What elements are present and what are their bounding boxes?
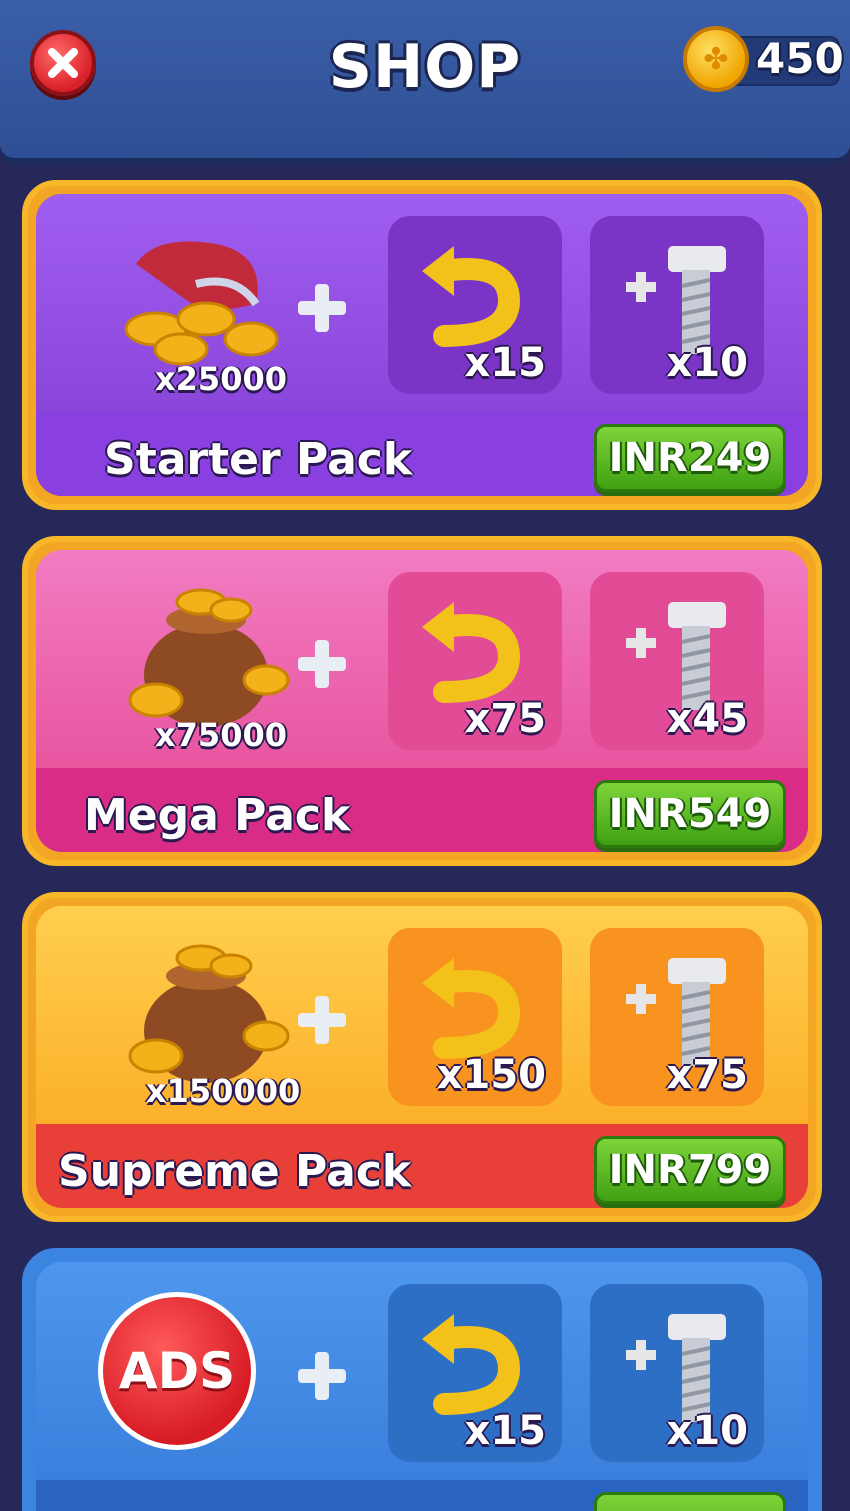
pack-coin-amount: x150000 xyxy=(146,1072,301,1110)
supreme-pack-card[interactable]: x150000 x150 x75 Supreme Pack INR799 xyxy=(22,892,822,1222)
screw-quantity: x10 xyxy=(666,1408,748,1454)
no-ads-icon: ADS xyxy=(98,1292,256,1450)
undo-booster-slot: x150 xyxy=(388,928,562,1106)
mega-pack-card[interactable]: x75000 x75 x45 Mega Pack INR549 xyxy=(22,536,822,866)
coin-purse-icon xyxy=(124,241,279,366)
buy-supreme-pack-button[interactable]: INR799 xyxy=(594,1136,786,1204)
screw-booster-slot: x75 xyxy=(590,928,764,1106)
plus-icon xyxy=(298,284,346,332)
pack-name: Starter Pack xyxy=(104,434,413,485)
undo-booster-slot: x15 xyxy=(388,216,562,394)
buy-starter-pack-button[interactable]: INR249 xyxy=(594,424,786,492)
coin-icon: ✤ xyxy=(683,26,749,92)
buy-no-ads-pack-button[interactable] xyxy=(594,1492,786,1511)
coin-balance: 450 xyxy=(756,34,844,83)
pack-name: Mega Pack xyxy=(84,790,351,841)
coin-sack-icon xyxy=(128,588,290,727)
plus-icon xyxy=(298,1352,346,1400)
screw-quantity: x75 xyxy=(666,1052,748,1098)
ads-label: ADS xyxy=(118,1342,236,1400)
screw-booster-slot: x10 xyxy=(590,216,764,394)
pack-coin-amount: x75000 xyxy=(155,716,287,754)
plus-icon xyxy=(298,996,346,1044)
undo-quantity: x150 xyxy=(436,1052,546,1098)
screw-booster-slot: x45 xyxy=(590,572,764,750)
undo-booster-slot: x15 xyxy=(388,1284,562,1462)
plus-icon xyxy=(298,640,346,688)
undo-quantity: x15 xyxy=(464,340,546,386)
screw-quantity: x45 xyxy=(666,696,748,742)
pack-coin-amount: x25000 xyxy=(155,360,287,398)
undo-quantity: x15 xyxy=(464,1408,546,1454)
starter-pack-card[interactable]: x25000 x15 x10 Starter Pack INR249 xyxy=(22,180,822,510)
screw-quantity: x10 xyxy=(666,340,748,386)
shop-header: SHOP ✤ 450 xyxy=(0,0,850,158)
coin-sack-icon xyxy=(128,944,290,1083)
buy-mega-pack-button[interactable]: INR549 xyxy=(594,780,786,848)
undo-booster-slot: x75 xyxy=(388,572,562,750)
screw-booster-slot: x10 xyxy=(590,1284,764,1462)
no-ads-pack-card[interactable]: ADS x15 x10 xyxy=(22,1248,822,1511)
undo-quantity: x75 xyxy=(464,696,546,742)
pack-name: Supreme Pack xyxy=(58,1146,412,1197)
